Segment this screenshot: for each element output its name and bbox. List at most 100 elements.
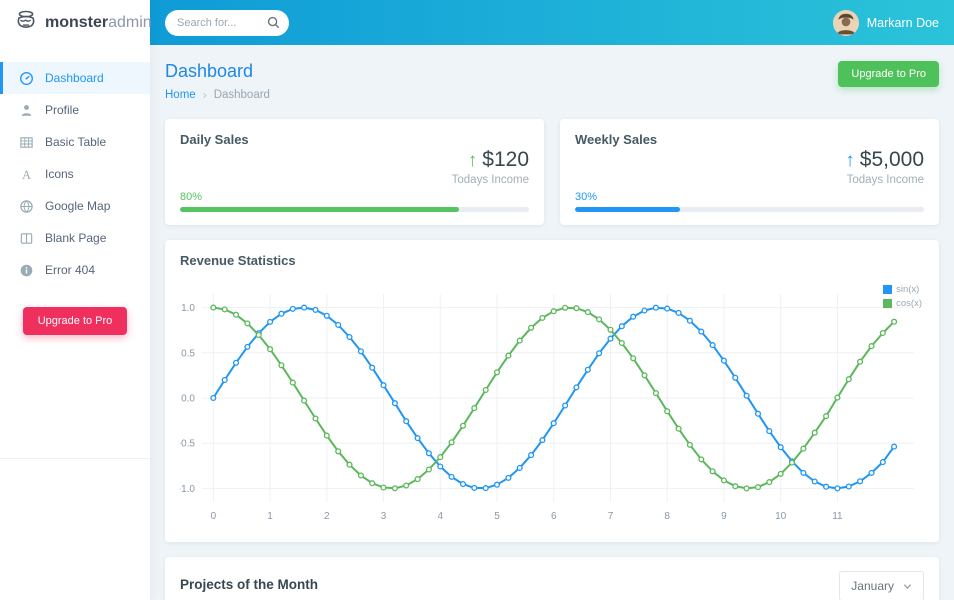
speedometer-icon (19, 71, 34, 86)
page-title-block: Dashboard Home › Dashboard (165, 61, 270, 102)
sidebar-item-error-404[interactable]: Error 404 (0, 254, 150, 286)
stat-card: Daily Sales ↑ $120 Todays Income 80% (165, 119, 544, 225)
svg-text:6: 6 (551, 511, 557, 522)
sidebar-item-profile[interactable]: Profile (0, 94, 150, 126)
stat-card-title: Weekly Sales (575, 132, 924, 147)
stat-subtitle: Todays Income (575, 174, 924, 186)
svg-text:2: 2 (324, 511, 330, 522)
user-menu[interactable]: Markarn Doe (833, 10, 939, 36)
chevron-down-icon (903, 582, 912, 591)
month-select[interactable]: January (839, 571, 924, 600)
month-select-value: January (851, 579, 894, 593)
trend-up-icon: ↑ (845, 151, 855, 170)
sidebar-item-blank-page[interactable]: Blank Page (0, 222, 150, 254)
legend-item: sin(x) (883, 284, 922, 295)
svg-text:5: 5 (494, 511, 500, 522)
stat-cards-row: Daily Sales ↑ $120 Todays Income 80% Wee… (165, 119, 939, 225)
sidebar-nav: Dashboard Profile Basic Table A Icons Google … (0, 45, 150, 286)
legend-label: sin(x) (896, 284, 919, 295)
sidebar-item-label: Profile (45, 103, 79, 117)
sidebar-upgrade-button[interactable]: Upgrade to Pro (23, 307, 128, 335)
svg-text:-0.5: -0.5 (180, 439, 195, 450)
svg-text:9: 9 (721, 511, 727, 522)
sidebar-item-label: Error 404 (45, 263, 95, 277)
breadcrumb-home-link[interactable]: Home (165, 89, 196, 101)
svg-text:1: 1 (267, 511, 273, 522)
breadcrumb: Home › Dashboard (165, 88, 270, 102)
progress-fill (575, 207, 680, 212)
sidebar-item-google-map[interactable]: Google Map (0, 190, 150, 222)
header-upgrade-button[interactable]: Upgrade to Pro (838, 61, 939, 87)
page-content: Dashboard Home › Dashboard Upgrade to Pr… (150, 45, 954, 600)
svg-text:3: 3 (381, 511, 387, 522)
revenue-statistics-card: Revenue Statistics sin(x) cos(x) 1.0 0.5 0.… (165, 240, 939, 542)
svg-text:0: 0 (211, 511, 217, 522)
stat-percent-label: 30% (575, 191, 924, 203)
sidebar-item-dashboard[interactable]: Dashboard (0, 62, 150, 94)
stat-card-title: Daily Sales (180, 132, 529, 147)
svg-text:4: 4 (437, 511, 443, 522)
user-icon (19, 103, 34, 118)
legend-swatch (883, 299, 892, 308)
svg-text:A: A (22, 167, 31, 181)
legend-swatch (883, 285, 892, 294)
search-icon[interactable] (267, 16, 280, 29)
avatar (833, 10, 859, 36)
progress-bar (575, 207, 924, 212)
trend-up-icon: ↑ (468, 151, 478, 170)
svg-text:10: 10 (775, 511, 787, 522)
stat-progress-block: 80% (180, 191, 529, 212)
stat-percent-label: 80% (180, 191, 529, 203)
sidebar-item-label: Dashboard (45, 71, 104, 85)
stat-amount-row: ↑ $5,000 (575, 148, 924, 172)
globe-icon (19, 199, 34, 214)
search-box (165, 10, 289, 36)
monster-icon (13, 9, 39, 37)
sidebar-item-label: Blank Page (45, 231, 106, 245)
svg-text:-1.0: -1.0 (180, 484, 195, 495)
svg-text:11: 11 (832, 511, 843, 522)
stat-amount: $5,000 (860, 148, 924, 172)
page-title: Dashboard (165, 61, 270, 82)
stat-amount-row: ↑ $120 (180, 148, 529, 172)
chevron-right-icon: › (203, 88, 207, 102)
progress-fill (180, 207, 459, 212)
stat-amount: $120 (482, 148, 529, 172)
legend-label: cos(x) (896, 298, 922, 309)
brand-name: monsteradmin (45, 14, 152, 32)
letter-a-icon: A (19, 167, 34, 182)
progress-bar (180, 207, 529, 212)
table-icon (19, 135, 34, 150)
projects-card: Projects of the Month January (165, 557, 939, 600)
breadcrumb-current: Dashboard (214, 89, 270, 101)
brand-name-light: admin (108, 14, 152, 31)
sidebar-item-basic-table[interactable]: Basic Table (0, 126, 150, 158)
brand-name-bold: monster (45, 14, 108, 31)
projects-title: Projects of the Month (180, 577, 318, 592)
svg-text:1.0: 1.0 (181, 303, 195, 314)
stat-subtitle: Todays Income (180, 174, 529, 186)
stat-progress-block: 30% (575, 191, 924, 212)
sidebar-item-label: Icons (45, 167, 74, 181)
chart-legend: sin(x) cos(x) (883, 284, 922, 309)
main-column: Markarn Doe Dashboard Home › Dashboard U… (150, 0, 954, 600)
info-icon (19, 263, 34, 278)
app-window: monsteradmin Dashboard Profile Basic Table… (0, 0, 954, 600)
revenue-chart: 1.0 0.5 0.0 -0.5 -1.0 0 1 2 3 4 5 6 7 8 9 10 11 (180, 282, 924, 532)
chart-title: Revenue Statistics (180, 253, 924, 268)
sidebar-item-label: Basic Table (45, 135, 106, 149)
svg-text:8: 8 (664, 511, 670, 522)
sidebar: monsteradmin Dashboard Profile Basic Table… (0, 0, 150, 600)
page-header: Dashboard Home › Dashboard Upgrade to Pr… (165, 61, 939, 102)
stat-card: Weekly Sales ↑ $5,000 Todays Income 30% (560, 119, 939, 225)
legend-item: cos(x) (883, 298, 922, 309)
sidebar-item-label: Google Map (45, 199, 110, 213)
topbar: Markarn Doe (150, 0, 954, 45)
svg-text:7: 7 (608, 511, 614, 522)
sidebar-item-icons[interactable]: A Icons (0, 158, 150, 190)
user-name: Markarn Doe (867, 16, 939, 30)
svg-text:0.5: 0.5 (181, 348, 195, 359)
columns-icon (19, 231, 34, 246)
svg-text:0.0: 0.0 (181, 394, 195, 405)
brand-logo[interactable]: monsteradmin (0, 0, 150, 45)
